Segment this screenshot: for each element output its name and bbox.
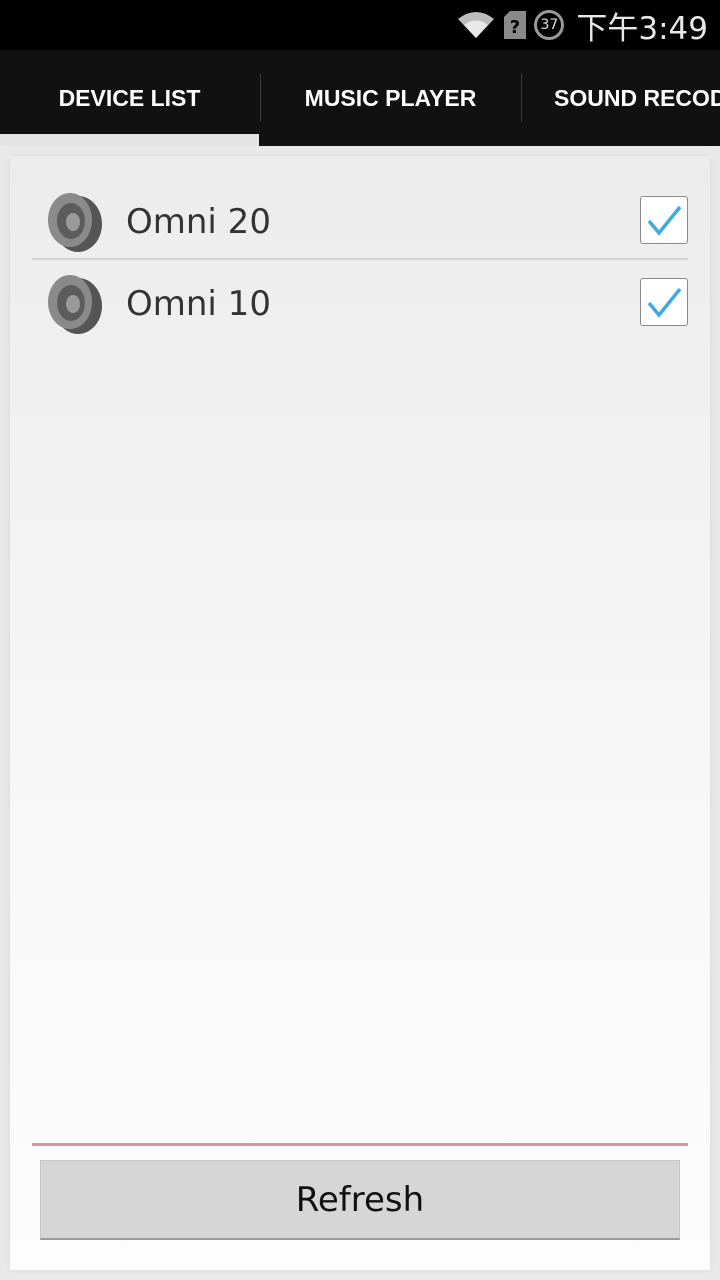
wifi-icon: [458, 12, 495, 38]
device-checkbox[interactable]: [640, 278, 688, 326]
check-icon: [647, 205, 682, 236]
device-name: Omni 20: [126, 202, 271, 242]
speaker-icon: [48, 275, 102, 334]
speaker-icon: [48, 193, 102, 252]
tab-sound-record[interactable]: SOUND RECOD: [522, 50, 720, 146]
status-icons: ? 37 下午3:49: [448, 0, 708, 50]
device-name: Omni 10: [126, 284, 271, 324]
tab-label: MUSIC PLAYER: [304, 84, 477, 111]
sim-unknown-icon: ?: [504, 11, 527, 39]
refresh-button[interactable]: Refresh: [40, 1160, 680, 1240]
accent-divider: [32, 1143, 688, 1146]
device-row[interactable]: Omni 10: [32, 264, 688, 344]
active-tab-indicator: [0, 134, 259, 146]
device-list-panel: Omni 20 Omni 10 Refresh: [10, 156, 710, 1270]
status-bar: ? 37 下午3:49: [0, 0, 720, 50]
battery-level: 37: [540, 17, 559, 33]
refresh-label: Refresh: [295, 1179, 425, 1220]
tab-device-list[interactable]: DEVICE LIST: [0, 50, 259, 146]
clock: 下午3:49: [576, 10, 708, 47]
svg-text:?: ?: [510, 17, 520, 38]
battery-icon: 37: [534, 10, 565, 40]
tab-music-player[interactable]: MUSIC PLAYER: [261, 50, 520, 146]
device-row[interactable]: Omni 20: [32, 182, 688, 262]
tab-label: SOUND RECOD: [554, 84, 720, 111]
tab-bar: DEVICE LIST MUSIC PLAYER SOUND RECOD: [0, 50, 720, 146]
tab-label: DEVICE LIST: [58, 84, 201, 111]
check-icon: [647, 287, 682, 318]
device-checkbox[interactable]: [640, 196, 688, 244]
row-divider: [32, 258, 688, 260]
